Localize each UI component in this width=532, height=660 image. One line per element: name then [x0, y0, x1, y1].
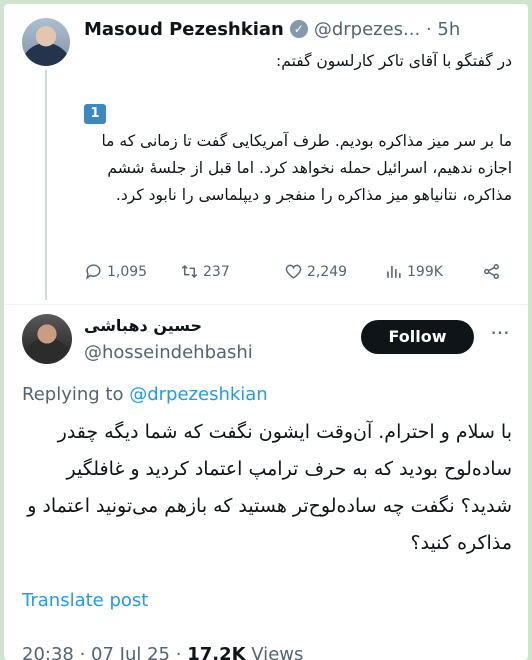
- reply-author-name[interactable]: حسین دهباشی: [84, 316, 244, 338]
- heart-icon: [285, 264, 302, 279]
- share-action[interactable]: [482, 262, 501, 281]
- post-views-count: 17.2K: [187, 644, 246, 660]
- views-count: 199K: [407, 263, 443, 280]
- replying-to-line: Replying to @drpezeshkian: [22, 384, 268, 405]
- share-icon: [484, 264, 499, 279]
- quoted-intro-text: در گفتگو با آقای تاکر کارلسون گفتم:: [276, 52, 512, 70]
- repost-icon: [181, 264, 198, 279]
- thread-connector-line: [45, 70, 47, 300]
- reply-body-text: با سلام و احترام. آن‌وقت ایشون نگفت که ش…: [27, 421, 512, 554]
- post-meta: 20:38 · 07 Jul 25 · 17.2K Views: [22, 644, 303, 660]
- tweet-divider: [4, 304, 528, 305]
- post-datetime[interactable]: 20:38 · 07 Jul 25 ·: [22, 644, 187, 660]
- pezeshkian-avatar[interactable]: [22, 18, 70, 66]
- verified-badge-icon: ✓: [289, 20, 308, 38]
- like-action[interactable]: 2,249: [284, 262, 347, 281]
- reply-count: 1,095: [107, 263, 148, 280]
- replying-to-handle-link[interactable]: @drpezeshkian: [129, 384, 268, 405]
- repost-action[interactable]: 237: [180, 262, 230, 281]
- dehbashi-avatar[interactable]: [22, 314, 72, 364]
- tweet-card: Masoud Pezeshkian ✓ @drpezes... · 5h در …: [4, 4, 528, 660]
- follow-button[interactable]: Follow: [361, 320, 474, 354]
- quoted-handle-time[interactable]: @drpezes... · 5h: [314, 19, 460, 40]
- number-one-emoji-icon: 1: [84, 104, 106, 124]
- repost-count: 237: [203, 263, 230, 280]
- more-options-icon[interactable]: ···: [488, 323, 512, 348]
- views-bar-icon: [387, 265, 401, 278]
- reply-icon: [86, 264, 101, 280]
- reply-action[interactable]: 1,095: [84, 262, 147, 281]
- reply-author-handle[interactable]: @hosseindehbashi: [84, 342, 253, 363]
- replying-to-prefix: Replying to: [22, 384, 124, 405]
- quoted-tweet-header: Masoud Pezeshkian ✓ @drpezes... · 5h: [84, 16, 520, 42]
- translate-post-link[interactable]: Translate post: [22, 590, 148, 611]
- post-views-label: Views: [245, 644, 304, 660]
- quoted-author-name[interactable]: Masoud Pezeshkian: [84, 19, 284, 40]
- quoted-action-bar: 1,095 237 2,249 199K: [84, 262, 514, 284]
- quoted-body-text: ما بر سر میز مذاکره بودیم. طرف آمریکایی …: [101, 132, 512, 204]
- like-count: 2,249: [307, 263, 348, 280]
- views-action[interactable]: 199K: [384, 262, 443, 281]
